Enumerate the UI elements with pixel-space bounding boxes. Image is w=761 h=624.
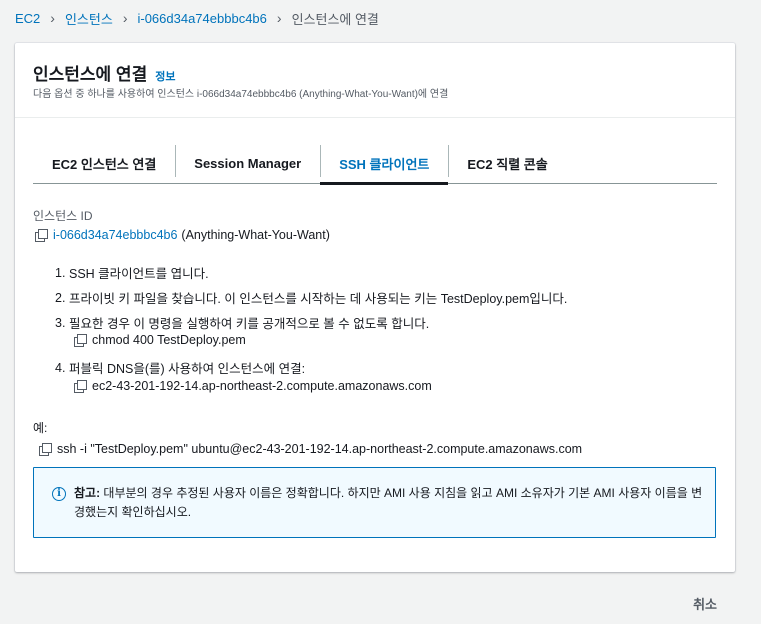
- copy-icon[interactable]: [74, 334, 87, 347]
- chmod-command: chmod 400 TestDeploy.pem: [92, 333, 246, 347]
- step-text: 필요한 경우 이 명령을 실행하여 키를 공개적으로 볼 수 없도록 합니다.: [69, 317, 430, 331]
- info-alert: i 참고: 대부분의 경우 추정된 사용자 이름은 정확합니다. 하지만 AMI…: [33, 467, 716, 538]
- copy-icon[interactable]: [39, 443, 52, 456]
- page-title-text: 인스턴스에 연결: [33, 65, 148, 84]
- info-icon: i: [52, 487, 66, 501]
- step-2: 2. 프라이빗 키 파일을 찾습니다. 이 인스턴스를 시작하는 데 사용되는 …: [55, 288, 567, 307]
- example-command-row: ssh -i "TestDeploy.pem" ubuntu@ec2-43-20…: [39, 442, 582, 456]
- tab-list: EC2 인스턴스 연결 Session Manager SSH 클라이언트 EC…: [33, 143, 717, 185]
- breadcrumb-instance-id[interactable]: i-066d34a74ebbbc4b6: [137, 11, 266, 26]
- step-text: 프라이빗 키 파일을 찾습니다. 이 인스턴스를 시작하는 데 사용되는 키는 …: [69, 292, 568, 306]
- dns-command-row: ec2-43-201-192-14.ap-northeast-2.compute…: [74, 379, 432, 393]
- copy-icon[interactable]: [35, 229, 48, 242]
- breadcrumb-ec2[interactable]: EC2: [15, 11, 40, 26]
- chevron-right-icon: ›: [122, 10, 128, 26]
- ssh-command: ssh -i "TestDeploy.pem" ubuntu@ec2-43-20…: [57, 442, 583, 456]
- instance-name: (Anything-What-You-Want): [181, 228, 330, 242]
- tab-ec2-instance-connect[interactable]: EC2 인스턴스 연결: [33, 143, 175, 183]
- step-1: 1. SSH 클라이언트를 엽니다.: [55, 263, 209, 282]
- alert-message: 대부분의 경우 추정된 사용자 이름은 정확합니다. 하지만 AMI 사용 지침…: [74, 486, 703, 519]
- tab-ec2-serial-console[interactable]: EC2 직렬 콘솔: [448, 143, 566, 183]
- alert-label: 참고:: [74, 486, 101, 500]
- chevron-right-icon: ›: [276, 10, 282, 26]
- page-description: 다음 옵션 중 하나를 사용하여 인스턴스 i-066d34a74ebbbc4b…: [33, 89, 449, 100]
- connect-panel: 인스턴스에 연결 정보 다음 옵션 중 하나를 사용하여 인스턴스 i-066d…: [15, 43, 735, 572]
- chmod-command-row: chmod 400 TestDeploy.pem: [74, 333, 246, 347]
- cancel-button[interactable]: 취소: [693, 594, 717, 613]
- step-number: 4.: [55, 360, 66, 375]
- chevron-right-icon: ›: [50, 10, 55, 26]
- step-number: 3.: [55, 315, 66, 330]
- copy-icon[interactable]: [74, 380, 87, 393]
- public-dns: ec2-43-201-192-14.ap-northeast-2.compute…: [92, 379, 432, 393]
- step-number: 1.: [55, 265, 66, 280]
- page-title: 인스턴스에 연결 정보: [33, 60, 175, 85]
- instance-id-link[interactable]: i-066d34a74ebbbc4b6: [53, 228, 177, 242]
- example-label: 예:: [33, 421, 48, 435]
- instance-id-row: i-066d34a74ebbbc4b6 (Anything-What-You-W…: [35, 228, 330, 242]
- step-number: 2.: [55, 290, 66, 305]
- info-link[interactable]: 정보: [155, 68, 175, 84]
- tab-ssh-client[interactable]: SSH 클라이언트: [320, 143, 449, 185]
- alert-text: 참고: 대부분의 경우 추정된 사용자 이름은 정확합니다. 하지만 AMI 사…: [74, 484, 704, 522]
- step-text: 퍼블릭 DNS을(를) 사용하여 인스턴스에 연결:: [69, 362, 306, 376]
- breadcrumb: EC2 › 인스턴스 › i-066d34a74ebbbc4b6 › 인스턴스에…: [15, 8, 379, 28]
- step-4: 4. 퍼블릭 DNS을(를) 사용하여 인스턴스에 연결:: [55, 358, 305, 377]
- instance-id-label: 인스턴스 ID: [33, 209, 93, 223]
- breadcrumb-instances[interactable]: 인스턴스: [65, 9, 113, 28]
- tab-session-manager[interactable]: Session Manager: [175, 143, 320, 183]
- breadcrumb-current: 인스턴스에 연결: [291, 11, 379, 27]
- step-3: 3. 필요한 경우 이 명령을 실행하여 키를 공개적으로 볼 수 없도록 합니…: [55, 313, 429, 332]
- step-text: SSH 클라이언트를 엽니다.: [69, 267, 209, 281]
